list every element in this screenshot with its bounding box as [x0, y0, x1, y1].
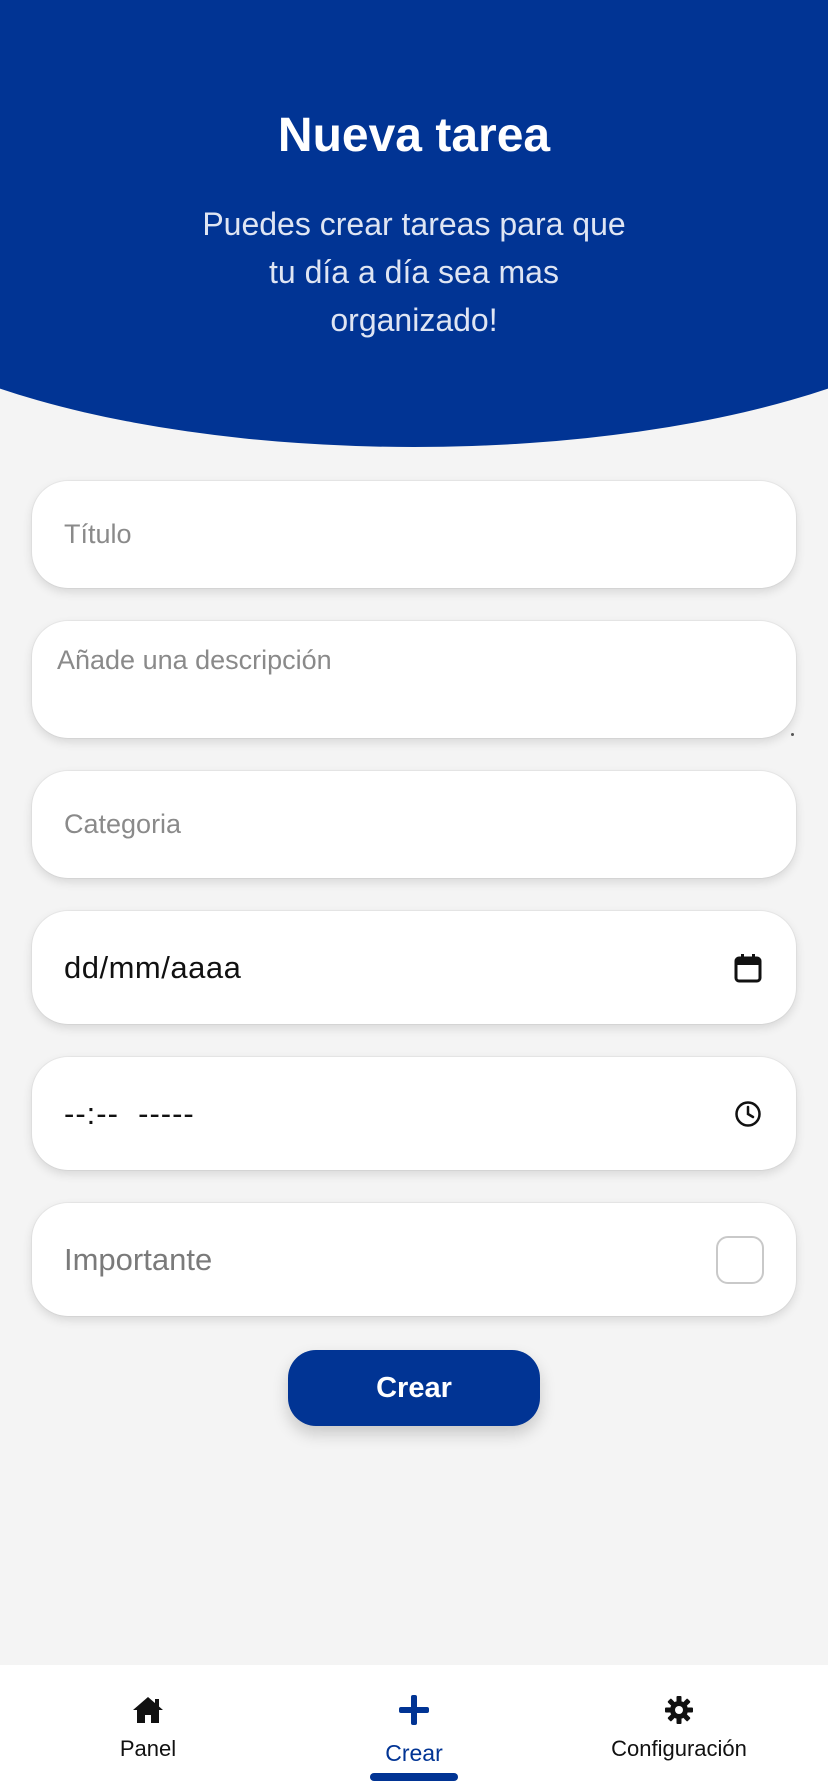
page-subtitle: Puedes crear tareas para que tu día a dí…	[202, 206, 626, 338]
category-field[interactable]	[32, 771, 796, 878]
date-field[interactable]: dd/mm/aaaa	[32, 911, 796, 1024]
time-field[interactable]: --:-- -----	[32, 1057, 796, 1170]
create-button[interactable]: Crear	[288, 1350, 540, 1426]
nav-label-panel: Panel	[119, 1736, 177, 1761]
nav-label-crear: Crear	[385, 1740, 443, 1766]
time-value: --:-- -----	[64, 1095, 195, 1131]
title-input[interactable]	[64, 519, 764, 550]
page-title: Nueva tarea	[277, 109, 551, 162]
nav-item-configuracion[interactable]: Configuración	[594, 1695, 764, 1762]
nav-label-configuracion: Configuración	[611, 1736, 747, 1761]
nav-item-panel[interactable]: Panel	[98, 1695, 198, 1762]
new-task-screen: Nueva tarea Puedes crear tareas para que…	[0, 0, 828, 1792]
gear-icon	[664, 1695, 694, 1730]
title-field[interactable]	[32, 481, 796, 588]
bottom-navigation: Panel Crear Configuración	[0, 1665, 828, 1792]
important-label: Importante	[64, 1241, 213, 1277]
clock-icon[interactable]	[732, 1098, 764, 1130]
resize-handle[interactable]	[791, 733, 794, 736]
important-checkbox[interactable]	[716, 1235, 764, 1284]
calendar-icon[interactable]	[732, 952, 764, 984]
description-field[interactable]	[32, 621, 796, 738]
home-icon	[131, 1695, 165, 1730]
important-field[interactable]: Importante	[32, 1203, 796, 1316]
date-value: dd/mm/aaaa	[64, 949, 242, 985]
active-tab-indicator	[370, 1773, 458, 1781]
category-input[interactable]	[64, 809, 764, 840]
description-input[interactable]	[57, 621, 771, 738]
nav-item-crear[interactable]: Crear	[364, 1693, 464, 1767]
plus-icon	[397, 1693, 431, 1732]
